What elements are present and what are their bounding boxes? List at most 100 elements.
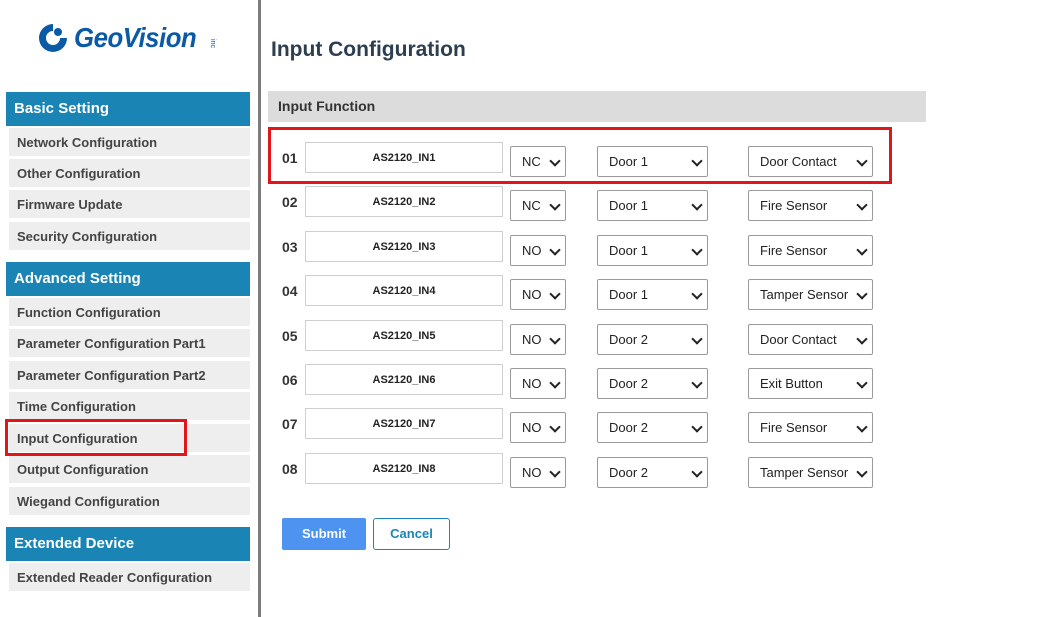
input-row: 06 NO Door 2 Exit Button <box>268 364 888 400</box>
select-value: Tamper Sensor <box>760 287 849 302</box>
select-value: NO <box>522 420 542 435</box>
chevron-down-icon <box>549 244 561 256</box>
sidebar-item-security-configuration[interactable]: Security Configuration <box>9 222 250 252</box>
select-value: NO <box>522 243 542 258</box>
chevron-down-icon <box>549 288 561 300</box>
input-name-field[interactable] <box>305 364 503 395</box>
input-name-field[interactable] <box>305 231 503 262</box>
door-select[interactable]: Door 1 <box>597 279 708 310</box>
select-value: Fire Sensor <box>760 420 828 435</box>
input-name-field[interactable] <box>305 186 503 217</box>
input-type-select[interactable]: Fire Sensor <box>748 190 873 221</box>
logo-suffix: inc <box>208 38 216 48</box>
section-basic-setting[interactable]: Basic Setting <box>6 92 250 126</box>
select-value: Exit Button <box>760 376 823 391</box>
page-title: Input Configuration <box>271 38 466 61</box>
sidebar-item-parameter-configuration-part2[interactable]: Parameter Configuration Part2 <box>9 361 250 391</box>
cancel-button[interactable]: Cancel <box>373 518 450 550</box>
chevron-down-icon <box>856 199 868 211</box>
select-value: Door 2 <box>609 465 649 480</box>
sidebar-item-output-configuration[interactable]: Output Configuration <box>9 455 250 485</box>
row-number: 03 <box>282 239 298 255</box>
section-advanced-setting[interactable]: Advanced Setting <box>6 262 250 296</box>
input-row: 02 NC Door 1 Fire Sensor <box>268 186 888 222</box>
select-value: Door Contact <box>760 332 837 347</box>
select-value: Door 1 <box>609 287 649 302</box>
input-name-field[interactable] <box>305 320 503 351</box>
sidebar-item-extended-reader-configuration[interactable]: Extended Reader Configuration <box>9 563 250 593</box>
door-select[interactable]: Door 1 <box>597 190 708 221</box>
contact-state-select[interactable]: NC <box>510 190 566 221</box>
sidebar-item-time-configuration[interactable]: Time Configuration <box>9 392 250 422</box>
chevron-down-icon <box>691 466 703 478</box>
select-value: Fire Sensor <box>760 243 828 258</box>
input-row: 08 NO Door 2 Tamper Sensor <box>268 453 888 489</box>
contact-state-select[interactable]: NO <box>510 412 566 443</box>
highlight-input-configuration <box>5 419 187 456</box>
select-value: Tamper Sensor <box>760 465 849 480</box>
select-value: NO <box>522 465 542 480</box>
sidebar-item-firmware-update[interactable]: Firmware Update <box>9 190 250 220</box>
chevron-down-icon <box>549 421 561 433</box>
chevron-down-icon <box>856 244 868 256</box>
submit-button[interactable]: Submit <box>282 518 366 550</box>
input-type-select[interactable]: Tamper Sensor <box>748 457 873 488</box>
sidebar-item-network-configuration[interactable]: Network Configuration <box>9 128 250 158</box>
chevron-down-icon <box>856 421 868 433</box>
door-select[interactable]: Door 1 <box>597 235 708 266</box>
select-value: Door 2 <box>609 376 649 391</box>
door-select[interactable]: Door 2 <box>597 412 708 443</box>
chevron-down-icon <box>691 244 703 256</box>
chevron-down-icon <box>856 466 868 478</box>
input-type-select[interactable]: Fire Sensor <box>748 235 873 266</box>
select-value: Door 1 <box>609 243 649 258</box>
input-type-select[interactable]: Door Contact <box>748 324 873 355</box>
input-type-select[interactable]: Exit Button <box>748 368 873 399</box>
input-name-field[interactable] <box>305 275 503 306</box>
chevron-down-icon <box>691 288 703 300</box>
chevron-down-icon <box>691 421 703 433</box>
contact-state-select[interactable]: NO <box>510 235 566 266</box>
select-value: NO <box>522 332 542 347</box>
input-name-field[interactable] <box>305 408 503 439</box>
chevron-down-icon <box>856 288 868 300</box>
sidebar: GeoVision inc Basic Setting Network Conf… <box>0 0 258 617</box>
input-name-field[interactable] <box>305 453 503 484</box>
contact-state-select[interactable]: NO <box>510 457 566 488</box>
input-row: 03 NO Door 1 Fire Sensor <box>268 231 888 267</box>
sidebar-item-wiegand-configuration[interactable]: Wiegand Configuration <box>9 487 250 517</box>
section-extended-device[interactable]: Extended Device <box>6 527 250 561</box>
select-value: Door 2 <box>609 420 649 435</box>
input-type-select[interactable]: Fire Sensor <box>748 412 873 443</box>
select-value: NO <box>522 287 542 302</box>
row-number: 05 <box>282 328 298 344</box>
input-row: 07 NO Door 2 Fire Sensor <box>268 408 888 444</box>
door-select[interactable]: Door 2 <box>597 457 708 488</box>
geovision-logo: GeoVision inc <box>36 16 216 60</box>
row-number: 02 <box>282 194 298 210</box>
contact-state-select[interactable]: NO <box>510 324 566 355</box>
sidebar-item-function-configuration[interactable]: Function Configuration <box>9 298 250 328</box>
sidebar-item-parameter-configuration-part1[interactable]: Parameter Configuration Part1 <box>9 329 250 359</box>
input-type-select[interactable]: Tamper Sensor <box>748 279 873 310</box>
row-number: 08 <box>282 461 298 477</box>
contact-state-select[interactable]: NO <box>510 279 566 310</box>
chevron-down-icon <box>549 333 561 345</box>
door-select[interactable]: Door 2 <box>597 324 708 355</box>
chevron-down-icon <box>856 377 868 389</box>
select-value: Door 2 <box>609 332 649 347</box>
geovision-logo-icon <box>39 24 67 52</box>
chevron-down-icon <box>691 199 703 211</box>
chevron-down-icon <box>549 377 561 389</box>
sidebar-divider <box>258 0 261 617</box>
sidebar-item-other-configuration[interactable]: Other Configuration <box>9 159 250 189</box>
logo-text: GeoVision <box>74 22 197 53</box>
chevron-down-icon <box>549 466 561 478</box>
select-value: Fire Sensor <box>760 198 828 213</box>
chevron-down-icon <box>691 377 703 389</box>
contact-state-select[interactable]: NO <box>510 368 566 399</box>
chevron-down-icon <box>691 333 703 345</box>
row-number: 06 <box>282 372 298 388</box>
input-row: 05 NO Door 2 Door Contact <box>268 320 888 356</box>
door-select[interactable]: Door 2 <box>597 368 708 399</box>
